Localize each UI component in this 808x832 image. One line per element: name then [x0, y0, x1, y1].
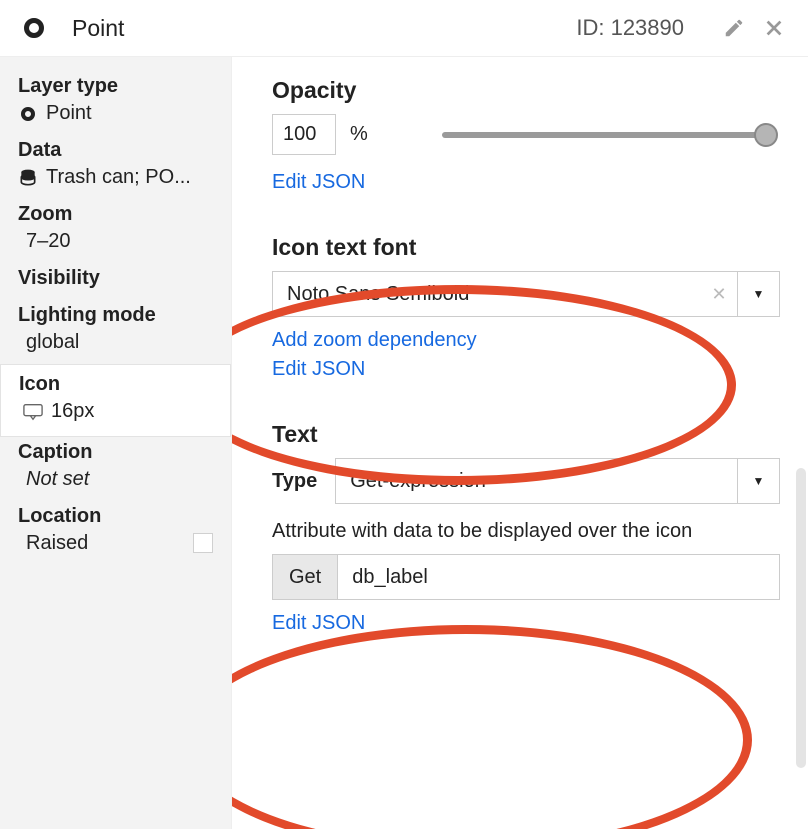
text-type-value: Get-expression: [336, 459, 737, 503]
chevron-down-icon[interactable]: ▼: [737, 459, 779, 503]
database-icon: [18, 168, 38, 188]
sidebar-caption[interactable]: Caption Not set: [0, 437, 231, 501]
icon-font-select[interactable]: Noto Sans Semibold ✕ ▼: [272, 271, 780, 317]
layer-type-value: Point: [46, 102, 92, 125]
close-icon[interactable]: [760, 14, 788, 42]
point-icon: [24, 18, 44, 38]
slider-track: [442, 132, 774, 138]
get-value-input[interactable]: db_label: [338, 554, 780, 600]
location-checkbox[interactable]: [193, 533, 213, 553]
content: Opacity 100 % Edit JSON Icon text font N…: [232, 57, 808, 829]
id-display: ID: 123890: [576, 15, 684, 41]
opacity-block: Opacity 100 % Edit JSON: [272, 77, 780, 200]
location-value: Raised: [18, 532, 88, 555]
opacity-edit-json-link[interactable]: Edit JSON: [272, 171, 365, 194]
text-attr-label: Attribute with data to be displayed over…: [272, 518, 780, 544]
iconfont-edit-json-link[interactable]: Edit JSON: [272, 358, 365, 381]
lighting-label: Lighting mode: [18, 304, 213, 327]
data-label: Data: [18, 139, 213, 162]
point-icon: [18, 104, 38, 124]
opacity-unit: %: [350, 123, 368, 146]
sidebar-lighting[interactable]: Lighting mode global: [0, 300, 231, 364]
sidebar-location[interactable]: Location Raised: [0, 501, 231, 565]
icon-value: 16px: [51, 400, 94, 423]
page-title: Point: [72, 15, 576, 42]
sidebar-zoom[interactable]: Zoom 7–20: [0, 199, 231, 263]
sidebar-layer-type[interactable]: Layer type Point: [0, 71, 231, 135]
icon-font-title: Icon text font: [272, 234, 780, 261]
opacity-title: Opacity: [272, 77, 780, 104]
text-type-label: Type: [272, 470, 317, 493]
visibility-label: Visibility: [18, 267, 213, 290]
header: Point ID: 123890: [0, 0, 808, 57]
location-label: Location: [18, 505, 213, 528]
sidebar-visibility[interactable]: Visibility: [0, 263, 231, 300]
edit-icon[interactable]: [720, 14, 748, 42]
chevron-down-icon[interactable]: ▼: [737, 272, 779, 316]
layer-type-label: Layer type: [18, 75, 213, 98]
sidebar: Layer type Point Data Trash can; PO... Z…: [0, 57, 232, 829]
clear-icon[interactable]: ✕: [701, 272, 737, 316]
text-get-field[interactable]: Get db_label: [272, 554, 780, 600]
caption-label: Caption: [18, 441, 213, 464]
slider-thumb[interactable]: [754, 123, 778, 147]
annotation-oval: [232, 625, 752, 829]
label-bubble-icon: [23, 402, 43, 422]
get-chip: Get: [272, 554, 338, 600]
scrollbar[interactable]: [796, 468, 806, 768]
text-block: Text Type Get-expression ▼ Attribute wit…: [272, 421, 780, 641]
opacity-slider[interactable]: [442, 123, 774, 147]
icon-label: Icon: [19, 373, 212, 396]
text-title: Text: [272, 421, 780, 448]
icon-font-value: Noto Sans Semibold: [273, 272, 701, 316]
data-value: Trash can; PO...: [46, 166, 191, 189]
zoom-value: 7–20: [18, 230, 213, 253]
zoom-label: Zoom: [18, 203, 213, 226]
main: Layer type Point Data Trash can; PO... Z…: [0, 57, 808, 829]
text-edit-json-link[interactable]: Edit JSON: [272, 612, 365, 635]
opacity-input[interactable]: 100: [272, 114, 336, 155]
text-type-select[interactable]: Get-expression ▼: [335, 458, 780, 504]
icon-font-block: Icon text font Noto Sans Semibold ✕ ▼ Ad…: [272, 234, 780, 387]
lighting-value: global: [18, 331, 213, 354]
id-value: 123890: [611, 15, 684, 40]
sidebar-icon-selected[interactable]: Icon 16px: [0, 364, 231, 437]
add-zoom-link[interactable]: Add zoom dependency: [272, 329, 477, 352]
id-label: ID:: [576, 15, 604, 40]
caption-value: Not set: [18, 468, 213, 491]
sidebar-data[interactable]: Data Trash can; PO...: [0, 135, 231, 199]
